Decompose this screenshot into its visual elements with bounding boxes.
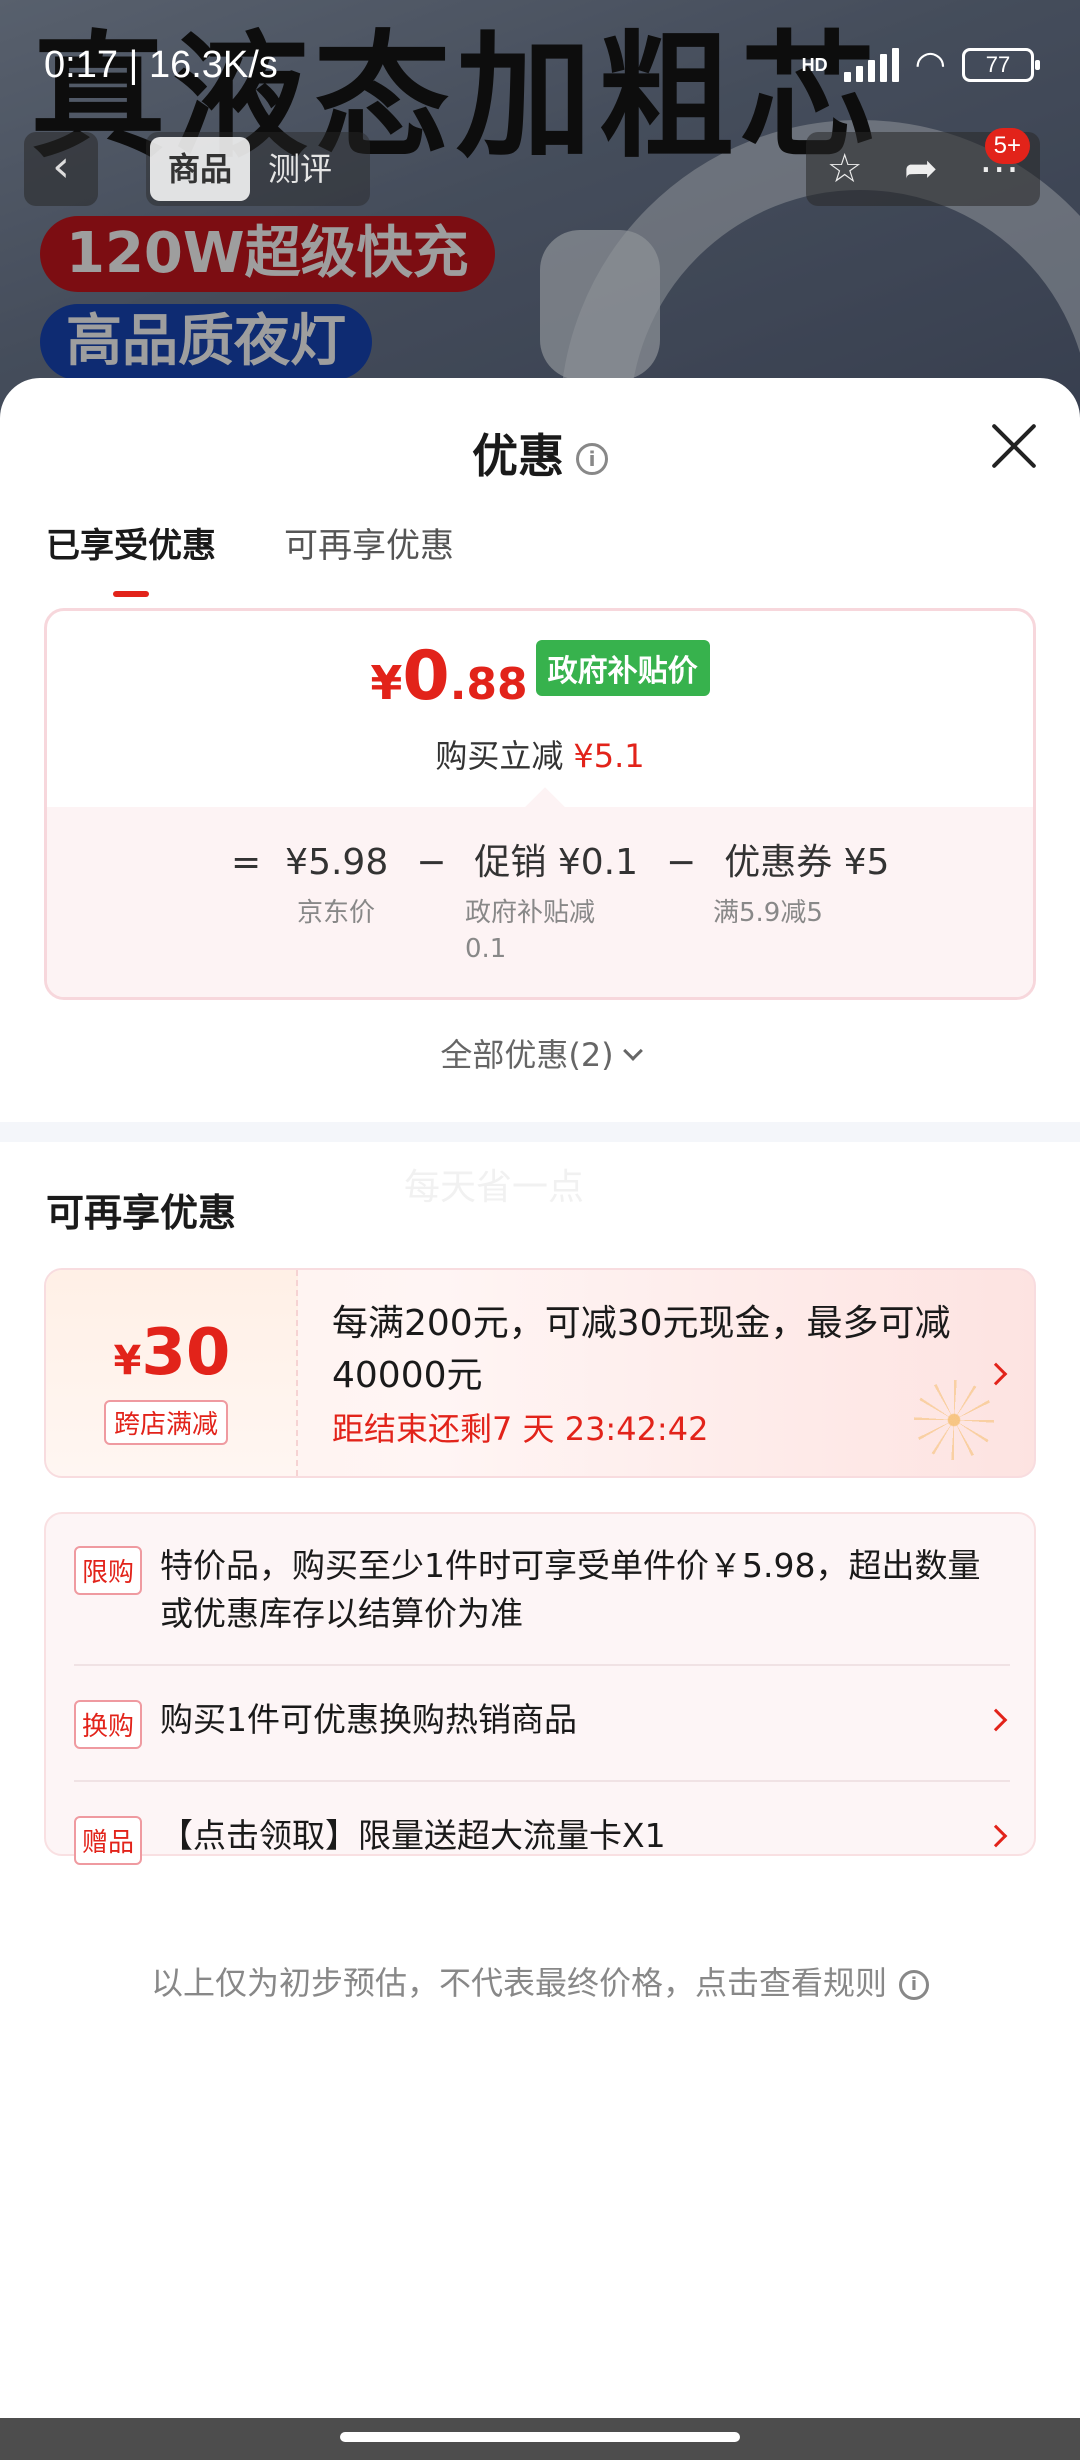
notification-badge: 5+ [984, 128, 1030, 164]
discount-sheet: 优惠 i 已享受优惠 可再享优惠 ¥0.88 政府补贴价 购买立减 ¥5.1 = ¥5.… [0, 378, 1080, 2418]
firework-decoration [914, 1380, 994, 1460]
home-indicator[interactable] [340, 2432, 740, 2442]
disclaimer-link[interactable]: 以上仅为初步预估，不代表最终价格，点击查看规则 i [0, 1958, 1080, 2004]
coupon-currency: ¥ [113, 1338, 142, 1384]
info-icon[interactable]: i [899, 1970, 929, 2000]
promo-item-trade-in[interactable]: 换购 购买1件可优惠换购热销商品 [74, 1700, 1010, 1750]
hd-icon: HD [801, 55, 828, 75]
promo-text: 购买1件可优惠换购热销商品 [160, 1700, 577, 1739]
equals-sign: = [231, 842, 262, 883]
chevron-right-icon [984, 1362, 1008, 1386]
price-breakdown: = ¥5.98− 促销 ¥0.1− 优惠券 ¥5 京东价 政府补贴减 0.1 满5.9… [47, 807, 1033, 997]
reduction-amount: ¥5.1 [573, 737, 645, 775]
coupon-description: 每满200元，可减30元现金，最多可减40000元 [332, 1303, 951, 1396]
section-divider [0, 1122, 1080, 1142]
final-price-section: ¥0.88 政府补贴价 购买立减 ¥5.1 [47, 611, 1033, 807]
tab-more-discounts[interactable]: 可再享优惠 [284, 518, 454, 597]
subsidy-badge: 政府补贴价 [535, 640, 710, 696]
wifi-icon: ◠ [914, 44, 946, 85]
instant-reduction: 购买立减 ¥5.1 [47, 731, 1033, 777]
coupon-value-panel: ¥30 跨店满减 [46, 1270, 298, 1476]
all-discounts-label: 全部优惠(2) [440, 1036, 614, 1074]
coupon-label: 满5.9减5 [713, 898, 823, 928]
price-integer: 0 [402, 637, 450, 716]
promotions-list: 限购 特价品，购买至少1件时可享受单件价￥5.98，超出数量或优惠库存以结算价为… [44, 1512, 1036, 1865]
disclaimer-text: 以上仅为初步预估，不代表最终价格，点击查看规则 [150, 1964, 887, 2002]
product-actions: ☆ ➦ ⋯ 5+ [806, 128, 1040, 206]
promo-reduction: 促销 ¥0.1 [474, 842, 639, 883]
discount-tabs: 已享受优惠 可再享优惠 [46, 518, 454, 597]
final-price: ¥0.88 政府补贴价 [47, 637, 1033, 716]
all-discounts-toggle[interactable]: 全部优惠(2) [0, 1030, 1080, 1076]
product-tabs: 商品 测评 [146, 132, 370, 206]
promo-tag: 限购 [74, 1546, 143, 1595]
breakdown-equation: = ¥5.98− 促销 ¥0.1− 优惠券 ¥5 [231, 833, 889, 885]
status-bar: 0:17 | 16.3K/s HD ◠ 77 [0, 0, 1080, 136]
reduction-label: 购买立减 [435, 737, 564, 775]
chevron-right-icon [984, 1824, 1008, 1848]
info-icon[interactable]: i [576, 443, 608, 475]
promo-text: 【点击领取】限量送超大流量卡X1 [160, 1816, 666, 1855]
cross-store-coupon[interactable]: ¥30 跨店满减 每满200元，可减30元现金，最多可减40000元 距结束还剩… [44, 1268, 1036, 1478]
final-price-card: ¥0.88 政府补贴价 购买立减 ¥5.1 = ¥5.98− 促销 ¥0.1− 优惠券 ¥… [44, 608, 1036, 1000]
system-nav-bar [0, 2418, 1080, 2460]
favorite-icon[interactable]: ☆ [827, 146, 863, 192]
share-icon[interactable]: ➦ [904, 146, 938, 192]
tab-review[interactable]: 测评 [250, 137, 350, 201]
chevron-right-icon [984, 1708, 1008, 1732]
price-decimal: .88 [449, 659, 528, 710]
product-top-nav: ‹ 商品 测评 ☆ ➦ ⋯ 5+ [0, 128, 1080, 206]
watermark: 每天省一点 [404, 1167, 585, 1208]
status-icons: HD ◠ 77 [801, 44, 1040, 85]
divider [74, 1664, 1010, 1666]
currency-symbol: ¥ [370, 656, 403, 710]
jd-price: ¥5.98 [285, 842, 389, 883]
coupon-countdown: 距结束还剩7 天 23:42:42 [332, 1410, 709, 1448]
more-discounts-title: 可再享优惠 [46, 1191, 237, 1235]
battery-icon: 77 [962, 48, 1040, 82]
promo-tag: 换购 [74, 1700, 143, 1749]
jd-price-label: 京东价 [297, 898, 376, 928]
promo-item-gift[interactable]: 赠品 【点击领取】限量送超大流量卡X1 [74, 1816, 1010, 1866]
signal-icon [843, 48, 899, 82]
divider [74, 1780, 1010, 1782]
chevron-down-icon [622, 1041, 643, 1061]
promo-label: 政府补贴减 0.1 [465, 898, 596, 964]
minus-sign: − [416, 842, 447, 883]
promo-tag: 赠品 [74, 1816, 143, 1865]
coupon-value: 30 [141, 1316, 231, 1390]
coupon-type-tag: 跨店满减 [104, 1400, 229, 1445]
tab-enjoyed-discounts[interactable]: 已享受优惠 [46, 518, 216, 597]
status-time: 0:17 | 16.3K/s [44, 44, 278, 86]
back-button[interactable]: ‹ [24, 132, 98, 206]
close-icon[interactable] [990, 422, 1038, 470]
sheet-title: 优惠 [472, 429, 564, 483]
promo-text: 特价品，购买至少1件时可享受单件价￥5.98，超出数量或优惠库存以结算价为准 [160, 1546, 981, 1633]
tab-product[interactable]: 商品 [150, 137, 251, 201]
coupon-amount: ¥30 [46, 1316, 298, 1390]
promo-item-limited: 限购 特价品，购买至少1件时可享受单件价￥5.98，超出数量或优惠库存以结算价为… [74, 1546, 1010, 1636]
sheet-header: 优惠 i [0, 420, 1080, 486]
coupon-reduction: 优惠券 ¥5 [724, 842, 890, 883]
minus-sign: − [666, 842, 697, 883]
